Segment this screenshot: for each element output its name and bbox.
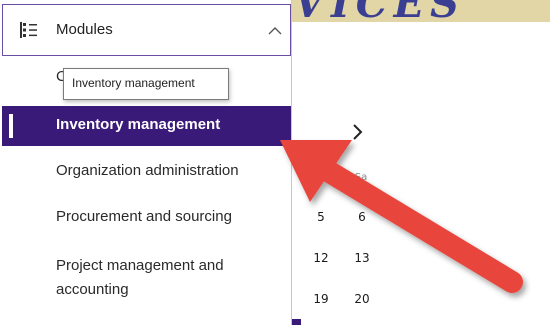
navigation-pane: Modules C Inventory management Organizat…	[0, 0, 292, 325]
chevron-up-icon[interactable]	[267, 24, 283, 36]
nav-item-label: Project management and accounting	[56, 257, 224, 298]
nav-item-project-management-and-accounting[interactable]: Project management and accounting	[2, 244, 291, 314]
background-banner: VICES	[290, 0, 550, 22]
banner-text: VICES	[294, 0, 465, 22]
modules-header-label: Modules	[56, 21, 113, 38]
calendar-day[interactable]: 12	[308, 251, 334, 265]
nav-item-inventory-management[interactable]: Inventory management	[2, 106, 291, 146]
nav-item-procurement-and-sourcing[interactable]: Procurement and sourcing	[2, 198, 291, 238]
accent-mark	[291, 319, 301, 325]
calendar-day[interactable]: 20	[349, 292, 375, 306]
calendar-day[interactable]: 5	[308, 210, 334, 224]
calendar-day[interactable]: 6	[349, 210, 375, 224]
nav-item-label: Organization administration	[56, 162, 239, 179]
selection-indicator	[9, 114, 13, 138]
tooltip: Inventory management	[63, 68, 229, 100]
list-icon	[19, 21, 39, 39]
modules-header[interactable]: Modules	[2, 4, 291, 56]
nav-item-label: Inventory management	[56, 116, 221, 133]
calendar-day[interactable]: 13	[349, 251, 375, 265]
calendar-day[interactable]: 19	[308, 292, 334, 306]
calendar-weekday-label: Sa	[354, 172, 368, 183]
nav-item-label: Procurement and sourcing	[56, 208, 232, 225]
nav-item-organization-administration[interactable]: Organization administration	[2, 152, 291, 192]
calendar-next-chevron-icon[interactable]	[351, 122, 367, 142]
